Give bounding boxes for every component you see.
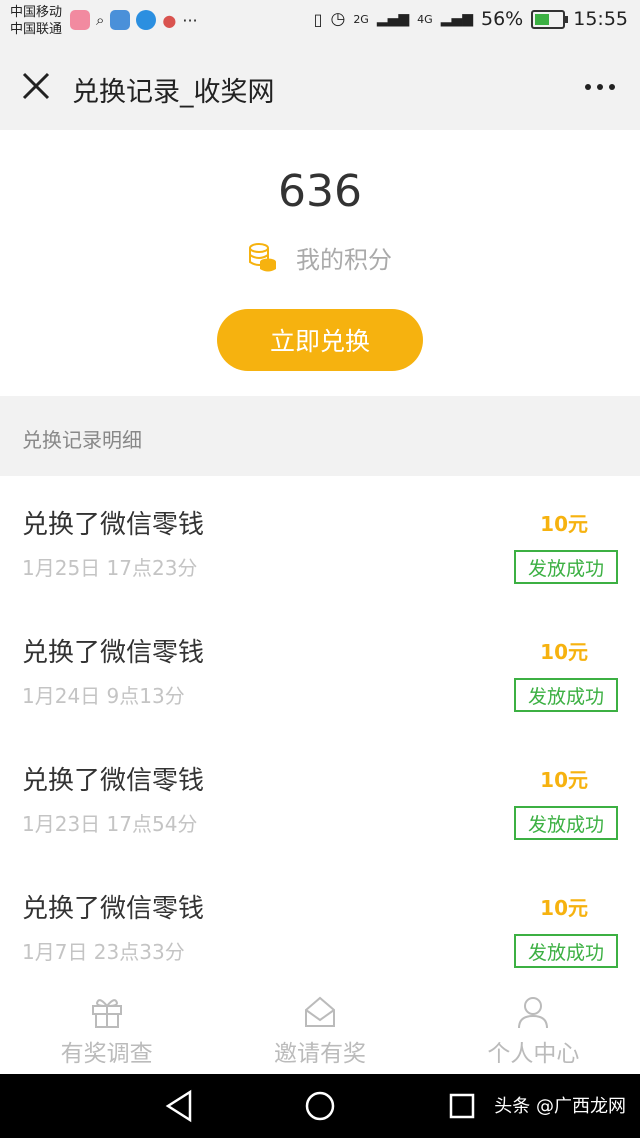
status-right: ▯ ◷ 2G ▂▄▆ 4G ▂▄▆ 56% 15:55 [314,8,628,30]
gift-icon [91,999,122,1028]
vibrate-icon: ▯ [313,9,323,29]
title-bar: 兑换记录_收奖网 [0,44,640,131]
network-4g: 4G [417,12,433,26]
search-icon: ⌕ [96,11,105,29]
close-icon [22,72,50,100]
redeem-now-button[interactable]: 立即兑换 [217,309,423,371]
record-title: 兑换了微信零钱 [22,510,205,540]
status-badge: 发放成功 [514,806,618,840]
recent-apps-icon[interactable] [448,1092,476,1120]
system-nav-bar: 头条 @广西龙网 [0,1074,640,1138]
notification-icons: ⌕ ● ··· [70,10,198,30]
zhihu-icon [136,10,157,30]
record-time: 1月7日 23点33分 [22,940,185,964]
more-button[interactable] [580,72,620,102]
battery-icon [531,9,569,29]
carrier-1: 中国移动 [10,5,63,20]
list-item[interactable]: 兑换了微信零钱 1月24日 9点13分 10元 发放成功 [0,604,640,732]
points-value: 636 [278,166,362,217]
tab-profile[interactable]: 个人中心 [427,984,640,1074]
record-time: 1月23日 17点54分 [22,812,198,836]
list-item[interactable]: 兑换了微信零钱 1月25日 17点23分 10元 发放成功 [0,476,640,604]
tab-label: 个人中心 [487,1041,580,1067]
record-amount: 10元 [540,896,588,920]
status-badge: 发放成功 [514,678,618,712]
alarm-icon: ◷ [330,9,346,29]
location-pin-icon: ● [162,10,177,30]
clock: 15:55 [573,8,628,30]
signal-icon: ▂▄▆ [376,11,410,27]
watermark: 头条 @广西龙网 [494,1096,626,1117]
record-time: 1月25日 17点23分 [22,556,198,580]
record-time: 1月24日 9点13分 [22,684,185,708]
record-amount: 10元 [540,640,588,664]
back-icon[interactable] [164,1088,196,1124]
records-list: 兑换了微信零钱 1月25日 17点23分 10元 发放成功 兑换了微信零钱 1月… [0,476,640,988]
tab-invite[interactable]: 邀请有奖 [213,984,426,1074]
records-section-title: 兑换记录明细 [22,428,142,452]
record-amount: 10元 [540,512,588,536]
record-title: 兑换了微信零钱 [22,894,205,924]
tab-survey[interactable]: 有奖调查 [0,984,213,1074]
close-button[interactable] [18,68,54,104]
more-notifications-icon: ··· [182,10,198,30]
page-title: 兑换记录_收奖网 [72,77,275,108]
envelope-icon [304,996,335,1027]
list-item[interactable]: 兑换了微信零钱 1月7日 23点33分 10元 发放成功 [0,860,640,988]
list-item[interactable]: 兑换了微信零钱 1月23日 17点54分 10元 发放成功 [0,732,640,860]
record-title: 兑换了微信零钱 [22,766,205,796]
points-summary: 636 我的积分 立即兑换 [0,130,640,396]
coin-stack-icon [249,242,276,271]
records-section-header: 兑换记录明细 [0,396,640,476]
app-notification-icon [70,10,90,30]
person-icon [518,997,549,1029]
bottom-tab-bar: 有奖调查 邀请有奖 个人中心 [0,984,640,1074]
status-bar: 中国移动 中国联通 ⌕ ● ··· ▯ ◷ 2G ▂▄▆ 4G ▂▄▆ 56% … [0,0,640,44]
points-label: 我的积分 [296,246,392,274]
record-title: 兑换了微信零钱 [22,638,205,668]
carrier-2: 中国联通 [10,22,63,37]
app-notification-icon [110,10,131,30]
home-icon[interactable] [304,1090,336,1122]
tab-label: 邀请有奖 [273,1041,366,1067]
signal-icon: ▂▄▆ [440,11,473,27]
carrier-info: 中国移动 中国联通 [10,4,62,38]
points-label-row: 我的积分 [0,240,640,275]
status-badge: 发放成功 [514,934,618,968]
status-badge: 发放成功 [514,550,618,584]
network-2g: 2G [353,12,369,26]
record-amount: 10元 [540,768,588,792]
more-icon [585,84,615,90]
battery-percent: 56% [481,8,524,30]
tab-label: 有奖调查 [60,1041,153,1067]
